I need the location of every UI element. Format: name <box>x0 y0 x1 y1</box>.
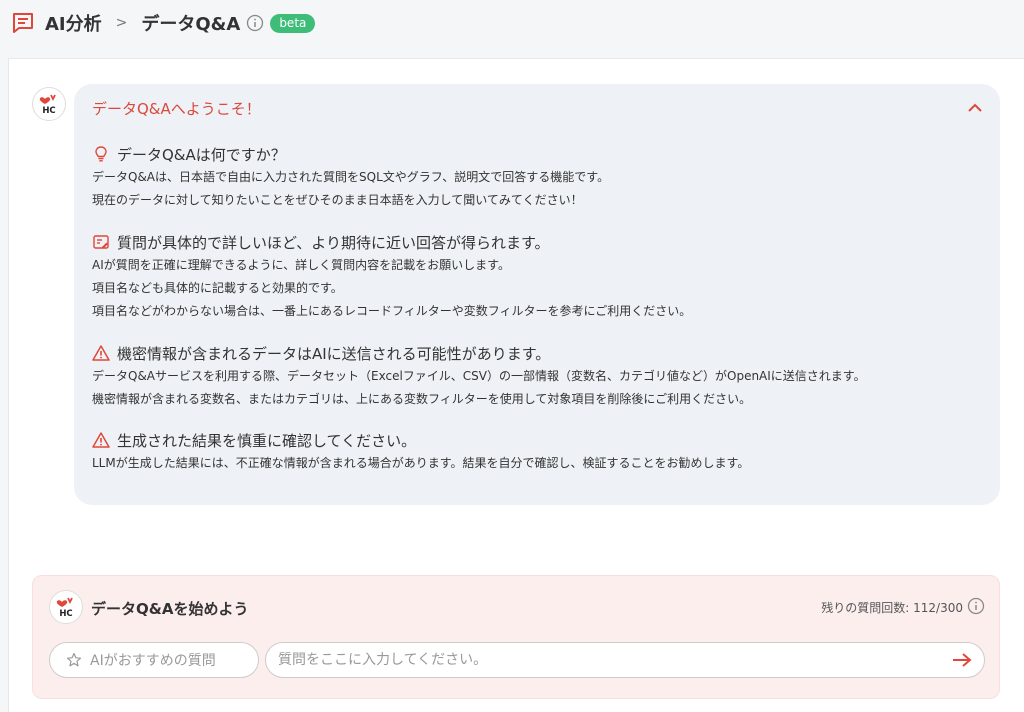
section-heading: データQ&Aは何ですか？ <box>117 145 286 164</box>
section-heading: 機密情報が含まれるデータはAIに送信される可能性があります。 <box>117 344 551 363</box>
welcome-title: データQ&Aへようこそ！ <box>92 100 261 118</box>
warning-icon <box>92 345 110 361</box>
info-icon[interactable] <box>246 14 264 32</box>
assistant-avatar: HC <box>32 87 66 121</box>
chat-analysis-icon <box>13 13 33 33</box>
section-text: 機密情報が含まれる変数名、またはカテゴリは、上にある変数フィルターを使用して対象… <box>92 392 752 406</box>
suggested-questions-button[interactable]: AIがおすすめの質問 <box>49 642 259 678</box>
welcome-section: 機密情報が含まれるデータはAIに送信される可能性があります。 データQ&Aサービ… <box>92 343 866 411</box>
composer-title: データQ&Aを始めよう <box>91 600 249 618</box>
suggested-questions-label: AIがおすすめの質問 <box>90 653 216 669</box>
section-text: 項目名などがわからない場合は、一番上にあるレコードフィルターや変数フィルターを参… <box>92 304 692 318</box>
welcome-section: 質問が具体的で詳しいほど、より期待に近い回答が得られます。 AIが質問を正確に理… <box>92 232 691 323</box>
beta-badge: beta <box>270 13 316 33</box>
info-icon[interactable] <box>967 597 985 615</box>
section-text: データQ&Aサービスを利用する際、データセット（Excelファイル、CSV）の一… <box>92 369 866 383</box>
section-text: 現在のデータに対して知りたいことをぜひそのまま日本語を入力して聞いてみてください… <box>92 193 583 207</box>
page-title: データQ&A <box>141 14 241 35</box>
hc-logo-icon: HC <box>39 94 56 116</box>
chevron-up-icon[interactable] <box>966 99 984 117</box>
welcome-card: データQ&Aへようこそ！ データQ&Aは何ですか？ データQ&Aは、日本語で自由… <box>74 84 1000 505</box>
hc-logo-icon: HC <box>56 597 73 619</box>
document-edit-icon <box>93 235 109 249</box>
section-heading: 生成された結果を慎重に確認してください。 <box>117 431 417 450</box>
welcome-section: 生成された結果を慎重に確認してください。 LLMが生成した結果には、不正確な情報… <box>92 430 749 475</box>
page-header: AI分析 > データQ&A beta <box>0 0 1024 46</box>
warning-icon <box>92 432 110 448</box>
star-icon <box>66 652 82 667</box>
question-input[interactable] <box>265 642 985 678</box>
lightbulb-icon <box>95 146 107 162</box>
section-text: AIが質問を正確に理解できるように、詳しく質問内容を記載をお願いします。 <box>92 258 510 272</box>
breadcrumb-separator: > <box>115 15 128 31</box>
assistant-avatar: HC <box>49 590 83 624</box>
breadcrumb-root[interactable]: AI分析 <box>45 10 102 36</box>
main-panel: HC データQ&Aへようこそ！ データQ&Aは何ですか？ データQ&Aは、日本語… <box>8 58 1024 712</box>
section-text: LLMが生成した結果には、不正確な情報が含まれる場合があります。結果を自分で確認… <box>92 456 750 470</box>
svg-text:HC: HC <box>59 609 72 619</box>
svg-text:HC: HC <box>42 106 55 116</box>
send-arrow-icon[interactable] <box>951 651 973 669</box>
section-text: 項目名なども具体的に記載すると効果的です。 <box>92 281 343 295</box>
remaining-questions: 残りの質問回数: 112/300 <box>821 601 963 615</box>
section-text: データQ&Aは、日本語で自由に入力された質問をSQL文やグラフ、説明文で回答する… <box>92 170 610 184</box>
section-heading: 質問が具体的で詳しいほど、より期待に近い回答が得られます。 <box>117 233 550 252</box>
welcome-section: データQ&Aは何ですか？ データQ&Aは、日本語で自由に入力された質問をSQL文… <box>92 144 609 212</box>
question-composer: HC データQ&Aを始めよう 残りの質問回数: 112/300 AIがおすすめの… <box>32 575 1000 699</box>
